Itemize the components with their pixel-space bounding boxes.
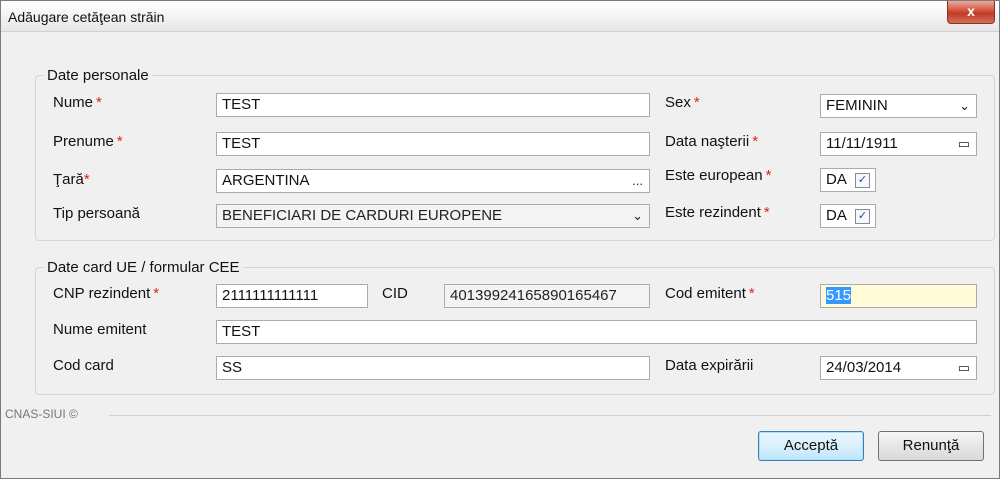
cnp-input[interactable]: 2111111111111 (216, 284, 368, 308)
prenume-input[interactable]: TEST (216, 132, 650, 156)
calendar-icon[interactable]: ▭ (958, 357, 970, 379)
este-european-field[interactable]: DA ✓ (820, 168, 876, 192)
cnp-label: CNP rezindent * (53, 285, 160, 302)
close-button[interactable]: x (947, 1, 995, 24)
cod-card-input[interactable]: SS (216, 356, 650, 380)
data-expirarii-input[interactable]: 24/03/2014 ▭ (820, 356, 977, 380)
tara-input[interactable]: ARGENTINA ... (216, 169, 650, 193)
este-rezident-field[interactable]: DA ✓ (820, 204, 876, 228)
este-european-checkbox[interactable]: ✓ (855, 173, 870, 188)
tara-value: ARGENTINA (222, 172, 310, 189)
nume-label: Nume * (53, 94, 102, 111)
required-mark: * (752, 133, 759, 150)
sex-select[interactable]: FEMININ ⌄ (820, 94, 977, 118)
nume-emitent-label: Nume emitent (53, 321, 147, 338)
chevron-down-icon: ⌄ (632, 208, 643, 223)
data-nasterii-value: 11/11/1911 (826, 135, 898, 152)
data-expirarii-label: Data expirării (665, 357, 754, 374)
required-mark: * (748, 285, 755, 302)
data-expirarii-value: 24/03/2014 (826, 359, 902, 376)
cancel-button[interactable]: Renunţă (878, 431, 984, 461)
title-bar[interactable]: Adăugare cetăţean străin x (1, 1, 999, 32)
cod-emitent-value: 515 (826, 287, 852, 304)
calendar-icon[interactable]: ▭ (958, 133, 970, 155)
prenume-label: Prenume * (53, 133, 123, 150)
required-mark: * (693, 94, 700, 111)
card-data-legend: Date card UE / formular CEE (44, 259, 243, 276)
required-mark: * (116, 133, 123, 150)
tip-persoana-value: BENEFICIARI DE CARDURI EUROPENE (222, 207, 503, 224)
este-european-value: DA (826, 171, 847, 188)
footer-divider (109, 415, 991, 416)
required-mark: * (153, 285, 160, 302)
personal-data-legend: Date personale (44, 67, 152, 84)
tip-persoana-select[interactable]: BENEFICIARI DE CARDURI EUROPENE ⌄ (216, 204, 650, 228)
cod-emitent-input[interactable]: 515 (820, 284, 977, 308)
nume-emitent-input[interactable]: TEST (216, 320, 977, 344)
cod-card-label: Cod card (53, 357, 114, 374)
required-mark: * (83, 171, 90, 188)
window-title: Adăugare cetăţean străin (8, 9, 165, 25)
cnas-siui-brand: CNAS-SIUI © (5, 407, 78, 421)
este-rezident-label: Este rezindent * (665, 204, 770, 221)
ellipsis-button[interactable]: ... (632, 170, 643, 192)
cid-field: 40139924165890165467 (444, 284, 650, 308)
required-mark: * (96, 94, 102, 111)
cod-emitent-label: Cod emitent * (665, 285, 755, 302)
data-nasterii-input[interactable]: 11/11/1911 ▭ (820, 132, 977, 156)
data-nasterii-label: Data naşterii * (665, 133, 759, 150)
chevron-down-icon: ⌄ (959, 98, 970, 113)
accept-button[interactable]: Acceptă (758, 431, 864, 461)
sex-value: FEMININ (826, 97, 888, 114)
este-rezident-value: DA (826, 207, 847, 224)
nume-input[interactable]: TEST (216, 93, 650, 117)
tip-persoana-label: Tip persoană (53, 205, 140, 222)
sex-label: Sex * (665, 94, 700, 111)
este-european-label: Este european * (665, 167, 772, 184)
required-mark: * (765, 167, 772, 184)
cid-label: CID (382, 285, 408, 302)
required-mark: * (763, 204, 770, 221)
dialog-window: Adăugare cetăţean străin x Date personal… (0, 0, 1000, 479)
este-rezident-checkbox[interactable]: ✓ (855, 209, 870, 224)
tara-label: Ţară* (53, 171, 90, 188)
